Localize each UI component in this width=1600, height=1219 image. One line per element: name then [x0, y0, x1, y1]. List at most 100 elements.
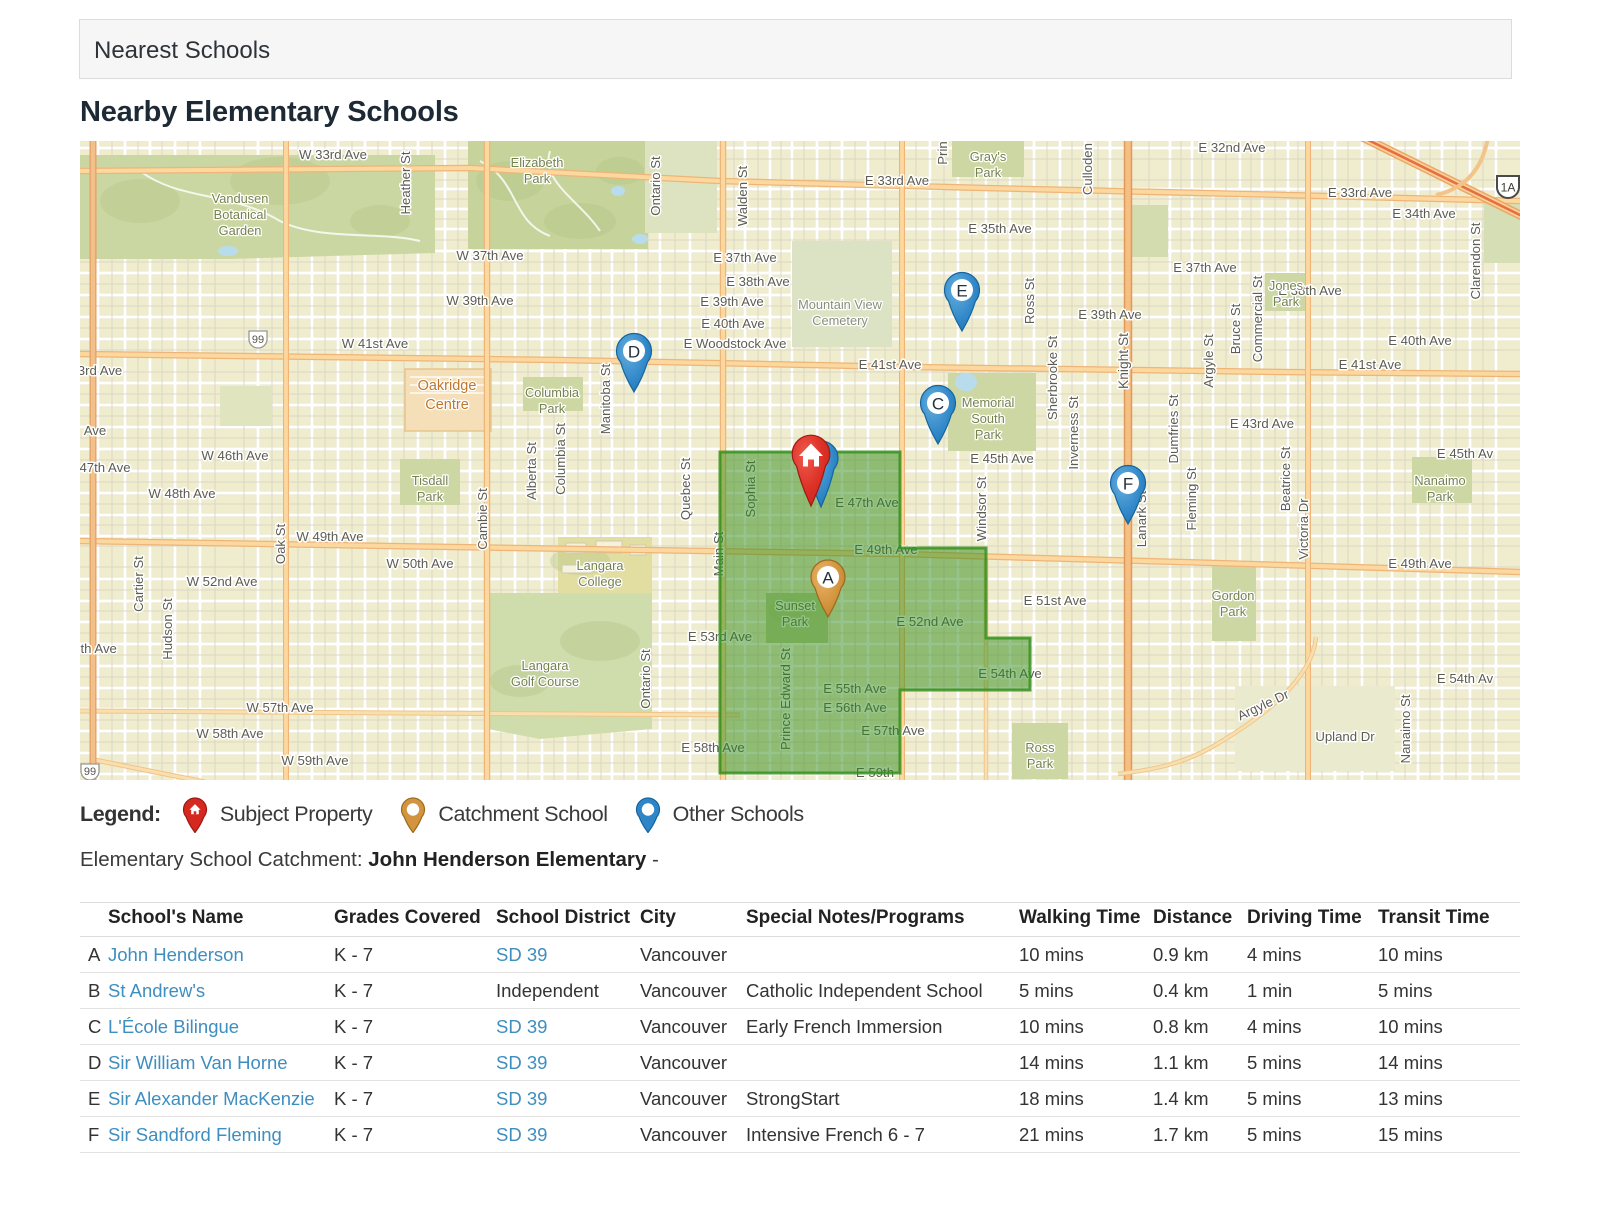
svg-text:W 59th Ave: W 59th Ave [281, 753, 348, 768]
svg-text:Clarendon St: Clarendon St [1468, 222, 1483, 299]
svg-text:Cemetery: Cemetery [812, 313, 868, 328]
svg-text:Ross St: Ross St [1022, 278, 1037, 325]
svg-text:Windsor St: Windsor St [974, 476, 989, 541]
svg-text:Park: Park [524, 171, 551, 186]
svg-text:E 37th Ave: E 37th Ave [1173, 260, 1237, 275]
svg-text:Gray's: Gray's [970, 149, 1007, 164]
svg-text:E 49th Ave: E 49th Ave [1388, 556, 1452, 571]
svg-text:Mountain View: Mountain View [798, 297, 882, 312]
svg-text:E 39th Ave: E 39th Ave [700, 294, 764, 309]
svg-text:Heather St: Heather St [398, 151, 413, 214]
svg-text:E 37th Ave: E 37th Ave [713, 250, 777, 265]
svg-text:Nanaimo: Nanaimo [1414, 473, 1465, 488]
svg-text:Oakridge: Oakridge [418, 378, 477, 394]
svg-text:Park: Park [1427, 489, 1454, 504]
svg-text:Alberta St: Alberta St [524, 442, 539, 500]
svg-text:Memorial: Memorial [962, 395, 1015, 410]
svg-text:E 43rd Ave: E 43rd Ave [1230, 416, 1294, 431]
svg-text:Centre: Centre [425, 397, 469, 413]
svg-text:Bruce St: Bruce St [1228, 303, 1243, 354]
svg-text:Ross: Ross [1025, 740, 1054, 755]
svg-text:Quebec St: Quebec St [678, 458, 693, 521]
svg-text:W 46th Ave: W 46th Ave [201, 448, 268, 463]
svg-text:Park: Park [975, 165, 1002, 180]
svg-text:D: D [628, 342, 640, 361]
svg-text:Ave: Ave [84, 423, 107, 438]
svg-text:Ontario St: Ontario St [648, 156, 663, 216]
svg-text:Commercial St: Commercial St [1250, 275, 1265, 362]
svg-text:E 41st Ave: E 41st Ave [1339, 357, 1402, 372]
svg-text:Botanical: Botanical [214, 207, 267, 222]
svg-text:W 37th Ave: W 37th Ave [456, 248, 523, 263]
svg-text:Tisdall: Tisdall [412, 473, 449, 488]
svg-text:47th Ave: 47th Ave [80, 460, 131, 475]
svg-text:Manitoba St: Manitoba St [598, 363, 613, 434]
svg-text:Park: Park [1220, 604, 1247, 619]
svg-text:Golf Course: Golf Course [511, 674, 579, 689]
svg-text:1A: 1A [1501, 181, 1516, 195]
svg-text:Park: Park [417, 489, 444, 504]
svg-text:E 33rd Ave: E 33rd Ave [1328, 185, 1392, 200]
svg-text:Park: Park [1027, 756, 1054, 771]
svg-text:Nanaimo St: Nanaimo St [1398, 694, 1413, 763]
svg-text:College: College [578, 574, 621, 589]
svg-text:E 40th Ave: E 40th Ave [701, 316, 765, 331]
svg-text:E 40th Ave: E 40th Ave [1388, 333, 1452, 348]
svg-text:Argyle St: Argyle St [1201, 334, 1216, 388]
svg-text:Upland Dr: Upland Dr [1315, 729, 1375, 744]
svg-text:Park: Park [975, 427, 1002, 442]
svg-text:E 38th Ave: E 38th Ave [726, 274, 790, 289]
svg-text:South: South [971, 411, 1004, 426]
svg-text:E 41st Ave: E 41st Ave [859, 357, 922, 372]
svg-text:Jones: Jones [1269, 278, 1303, 293]
svg-text:W 52nd Ave: W 52nd Ave [187, 574, 258, 589]
svg-text:Knight St: Knight St [1116, 333, 1131, 389]
svg-text:Elizabeth: Elizabeth [511, 155, 564, 170]
svg-text:E: E [956, 281, 967, 300]
svg-text:W 50th Ave: W 50th Ave [386, 556, 453, 571]
svg-text:W 39th Ave: W 39th Ave [446, 293, 513, 308]
svg-text:E Woodstock Ave: E Woodstock Ave [684, 336, 787, 351]
svg-text:Columbia St: Columbia St [553, 423, 568, 495]
svg-text:Inverness St: Inverness St [1066, 396, 1081, 470]
svg-text:Sherbrooke St: Sherbrooke St [1045, 336, 1060, 421]
svg-text:E 45th Av: E 45th Av [1437, 446, 1494, 461]
svg-text:Beatrice St: Beatrice St [1278, 446, 1293, 511]
svg-text:W 57th Ave: W 57th Ave [246, 700, 313, 715]
svg-text:Cambie St: Cambie St [475, 488, 490, 550]
svg-text:Park: Park [1273, 294, 1300, 309]
svg-text:Ontario St: Ontario St [638, 649, 653, 709]
svg-text:Park: Park [539, 401, 566, 416]
svg-text:Cartier St: Cartier St [131, 556, 146, 612]
svg-text:99: 99 [84, 766, 96, 778]
svg-text:Hudson St: Hudson St [160, 598, 175, 660]
svg-text:Walden St: Walden St [735, 165, 750, 226]
svg-text:Prin: Prin [935, 141, 950, 164]
svg-text:3rd Ave: 3rd Ave [80, 363, 122, 378]
svg-text:W 41st Ave: W 41st Ave [342, 336, 408, 351]
svg-text:C: C [932, 394, 944, 413]
svg-text:Culloden St: Culloden St [1080, 141, 1095, 195]
svg-text:E 54th Av: E 54th Av [1437, 671, 1494, 686]
svg-text:Langara: Langara [577, 558, 625, 573]
svg-text:E 34th Ave: E 34th Ave [1392, 206, 1456, 221]
svg-text:W 33rd Ave: W 33rd Ave [299, 147, 367, 162]
svg-text:Victoria Dr: Victoria Dr [1296, 498, 1311, 560]
svg-text:E 51st Ave: E 51st Ave [1024, 593, 1087, 608]
svg-text:4th Ave: 4th Ave [80, 641, 117, 656]
svg-text:Fleming St: Fleming St [1184, 467, 1199, 530]
svg-text:F: F [1123, 474, 1133, 493]
svg-text:E 39th Ave: E 39th Ave [1078, 307, 1142, 322]
svg-text:E 35th Ave: E 35th Ave [968, 221, 1032, 236]
svg-text:Garden: Garden [219, 223, 262, 238]
svg-text:W 49th Ave: W 49th Ave [296, 529, 363, 544]
svg-text:W 48th Ave: W 48th Ave [148, 486, 215, 501]
svg-text:W 58th Ave: W 58th Ave [196, 726, 263, 741]
svg-text:E 45th Ave: E 45th Ave [970, 451, 1034, 466]
svg-text:E 33rd Ave: E 33rd Ave [865, 173, 929, 188]
svg-text:Columbia: Columbia [525, 385, 580, 400]
svg-text:99: 99 [252, 334, 264, 346]
svg-text:Dumfries St: Dumfries St [1166, 394, 1181, 463]
svg-text:Oak St: Oak St [273, 524, 288, 565]
svg-text:Gordon: Gordon [1212, 588, 1255, 603]
